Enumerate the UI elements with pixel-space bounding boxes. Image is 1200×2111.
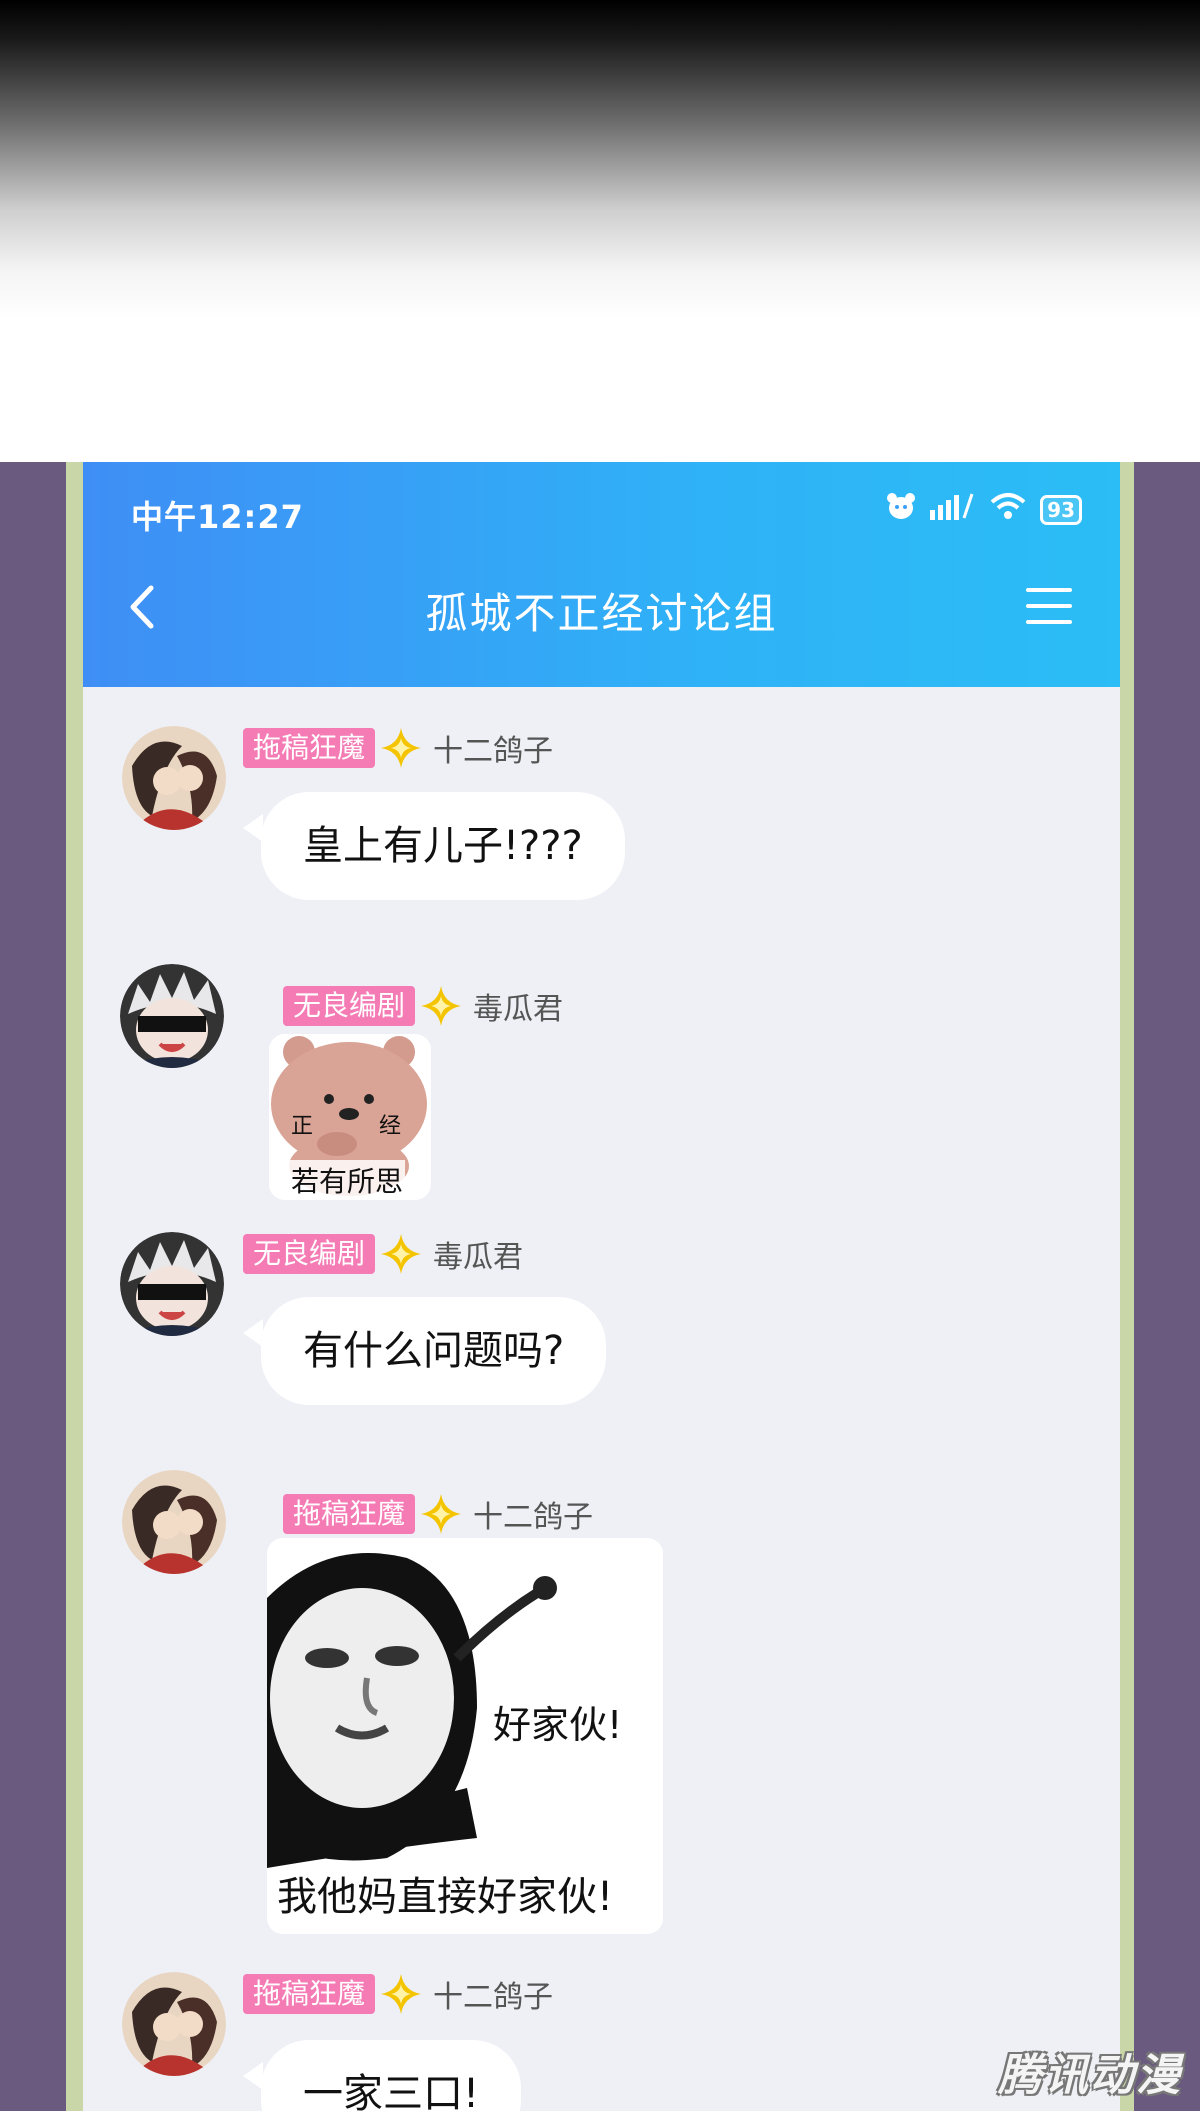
message-meta: 拖稿狂魔 十二鸽子 bbox=[243, 726, 553, 770]
user-title-badge: 无良编剧 bbox=[283, 986, 416, 1026]
username: 十二鸽子 bbox=[433, 1980, 554, 2015]
message-meta: 无良编剧 毒瓜君 bbox=[243, 1232, 523, 1276]
menu-button[interactable] bbox=[1026, 586, 1072, 626]
avatar-duguajun[interactable] bbox=[120, 964, 224, 1068]
username: 毒瓜君 bbox=[473, 992, 564, 1027]
avatar-duguajun[interactable] bbox=[120, 1232, 224, 1336]
sticker-mark-left: 正 bbox=[291, 1114, 314, 1139]
user-title-badge: 拖稿狂魔 bbox=[243, 1974, 376, 2014]
wifi-icon bbox=[990, 492, 1026, 527]
message-meta: 拖稿狂魔 十二鸽子 bbox=[243, 1972, 553, 2016]
hamburger-menu-icon bbox=[1026, 588, 1072, 624]
user-title-badge: 拖稿狂魔 bbox=[283, 1494, 416, 1534]
bear-sticker[interactable]: 正 经 若有所思 bbox=[269, 1034, 431, 1200]
username: 十二鸽子 bbox=[473, 1500, 594, 1535]
comic-top-gradient bbox=[0, 0, 1200, 462]
sticker-mark-right: 经 bbox=[379, 1114, 402, 1139]
bear-icon bbox=[886, 492, 916, 527]
meme-sticker[interactable]: 好家伙! 我他妈直接好家伙! bbox=[267, 1538, 663, 1934]
status-time: 中午12:27 bbox=[131, 498, 304, 536]
message-bubble: 有什么问题吗? bbox=[242, 1297, 607, 1405]
status-icons: 93 bbox=[886, 492, 1082, 527]
app-header: 中午12:27 93 孤城不正经讨论组 bbox=[83, 462, 1120, 687]
signal-icon bbox=[930, 492, 976, 527]
user-title-badge: 无良编剧 bbox=[243, 1234, 376, 1274]
gold-star-icon bbox=[381, 1974, 422, 2014]
gold-star-icon bbox=[381, 728, 422, 768]
message-bubble: 皇上有儿子!??? bbox=[243, 792, 625, 900]
username: 毒瓜君 bbox=[433, 1240, 524, 1275]
avatar-shierjuzi[interactable] bbox=[122, 1972, 226, 2076]
message-meta: 拖稿狂魔 十二鸽子 bbox=[283, 1492, 593, 1536]
message-meta: 无良编剧 毒瓜君 bbox=[283, 984, 563, 1028]
sticker-caption: 若有所思 bbox=[289, 1160, 406, 1200]
username: 十二鸽子 bbox=[433, 734, 554, 769]
gold-star-icon bbox=[381, 1234, 422, 1274]
watermark-logo: 腾讯动漫 bbox=[998, 2050, 1182, 2101]
sticker-inner-text: 好家伙! bbox=[493, 1703, 623, 1747]
gold-star-icon bbox=[421, 1494, 462, 1534]
avatar-shierjuzi[interactable] bbox=[122, 726, 226, 830]
chat-title: 孤城不正经讨论组 bbox=[425, 589, 778, 638]
sticker-caption: 我他妈直接好家伙! bbox=[277, 1874, 614, 1920]
phone-screen: 中午12:27 93 孤城不正经讨论组 拖稿狂魔 十二鸽子 皇上有儿子!??? … bbox=[83, 462, 1120, 2111]
user-title-badge: 拖稿狂魔 bbox=[243, 728, 376, 768]
battery-indicator: 93 bbox=[1040, 494, 1082, 525]
message-bubble: 一家三口! bbox=[242, 2040, 522, 2111]
gold-star-icon bbox=[421, 986, 462, 1026]
avatar-shierjuzi[interactable] bbox=[122, 1470, 226, 1574]
